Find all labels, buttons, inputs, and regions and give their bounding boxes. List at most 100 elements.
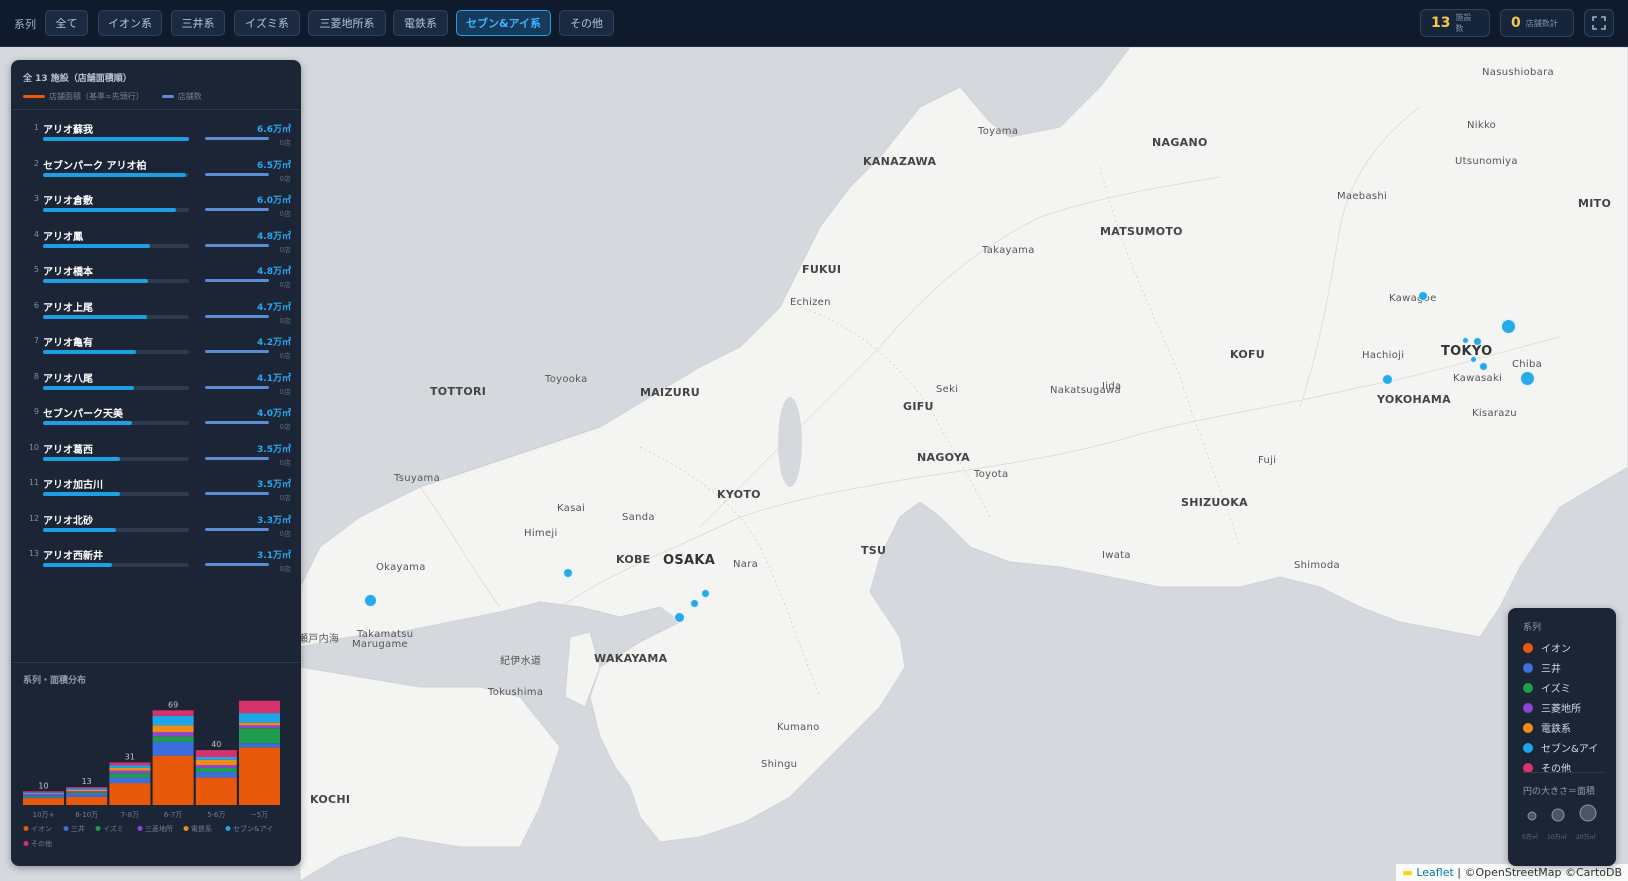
tab-seven-and-i[interactable]: セブン&アイ系: [456, 10, 551, 36]
store-marker[interactable]: [701, 589, 710, 598]
size-circle-medium: [1551, 808, 1565, 822]
store-marker[interactable]: [1382, 374, 1393, 385]
map-place-label: Utsunomiya: [1455, 156, 1518, 167]
ranking-row[interactable]: 9 セブンパーク天美 4.0万㎡ 0店: [23, 402, 291, 436]
row-area-bar-fill: [43, 385, 134, 390]
row-area-bar-fill: [43, 137, 189, 141]
row-area-bar-fill: [43, 456, 121, 461]
legend-dot: [1523, 742, 1533, 753]
chart-bar-segment: [23, 794, 64, 796]
row-area-bar-fill: [43, 421, 133, 425]
series-legend: 系列 イオン 三井 イズミ 三菱地所 電鉄系 セブン&アイ その他 円の大きさ＝面積 0万㎡…: [1508, 608, 1616, 866]
chart-bar-segment: [239, 728, 280, 744]
row-area-bar-fill: [43, 350, 137, 354]
map-place-label: 紀伊水道: [500, 656, 542, 667]
store-marker[interactable]: [1470, 356, 1477, 363]
map-place-label: Shimoda: [1294, 560, 1340, 571]
store-marker[interactable]: [364, 594, 377, 607]
ranking-row[interactable]: 13 アリオ西新井 3.1万㎡ 0店: [23, 544, 291, 578]
row-area-value: 4.0万㎡: [257, 409, 291, 419]
tab-railway[interactable]: 電鉄系: [393, 10, 448, 36]
chart-total-label: 69: [168, 700, 178, 709]
chart-bar-segment: [239, 747, 280, 805]
chart-legend-label: イオン: [31, 825, 52, 833]
chart-bar-segment: [66, 787, 108, 789]
ranking-row[interactable]: 10 アリオ葛西 3.5万㎡ 0店: [23, 438, 291, 472]
chart-bar-segment: [109, 777, 151, 784]
map-place-label: Nasushiobara: [1482, 67, 1554, 78]
map-place-label: Sanda: [622, 512, 655, 523]
map-place-label: KANAZAWA: [863, 155, 937, 168]
store-marker[interactable]: [1520, 371, 1535, 386]
store-marker[interactable]: [1479, 362, 1488, 371]
ranking-row[interactable]: 6 アリオ上尾 4.7万㎡ 0店: [23, 296, 291, 330]
row-rank: 7: [33, 336, 39, 345]
chart-bar-segment: [239, 725, 280, 729]
leaflet-link[interactable]: Leaflet: [1416, 866, 1453, 879]
size-label-10: 10万㎡: [1547, 834, 1567, 841]
chart-bar-segment: [23, 791, 64, 793]
ranking-row[interactable]: 4 アリオ鳳 4.8万㎡ 0店: [23, 225, 291, 259]
ranking-row[interactable]: 3 アリオ倉敷 6.0万㎡ 0店: [23, 189, 291, 223]
legend-item: イズミ: [1523, 680, 1571, 695]
map-place-label: MATSUMOTO: [1100, 225, 1183, 238]
map-place-label: Seki: [936, 384, 959, 395]
tab-izumi[interactable]: イズミ系: [234, 10, 300, 36]
ranking-row[interactable]: 7 アリオ亀有 4.2万㎡ 0店: [23, 331, 291, 365]
row-count-bar: [205, 527, 269, 531]
store-total-label: 店舗数計: [1525, 18, 1558, 28]
tab-mitsui[interactable]: 三井系: [171, 10, 225, 36]
chart-tick-label: 6-7万: [164, 811, 182, 819]
row-rank: 10: [28, 442, 39, 452]
tab-mitsubishi-estate[interactable]: 三菱地所系: [308, 10, 386, 36]
row-name: アリオ倉敷: [43, 196, 93, 207]
map-place-label: 瀬戸内海: [298, 634, 340, 645]
chart-svg: 10 10万+ 13 8-10万 31 7-8万 69 6-7万 40 5-6万 ~5万イオン 三井 イ…: [23, 700, 280, 848]
ranking-row[interactable]: 5 アリオ橋本 4.8万㎡ 0店: [23, 260, 291, 294]
store-marker[interactable]: [674, 612, 685, 623]
store-marker[interactable]: [1418, 291, 1428, 301]
fullscreen-button[interactable]: [1584, 9, 1614, 37]
ranking-row[interactable]: 2 セブンパーク アリオ柏 6.5万㎡ 0店: [23, 154, 291, 188]
store-marker[interactable]: [1462, 337, 1469, 344]
tab-aeon[interactable]: イオン系: [98, 10, 162, 36]
map-place-label: Nara: [733, 559, 759, 570]
chart-tick-label: 5-6万: [207, 811, 225, 819]
map-place-label: Nikko: [1467, 120, 1497, 131]
row-area-bar: [43, 421, 189, 425]
row-count-bar: [205, 492, 269, 495]
store-marker[interactable]: [1473, 337, 1482, 346]
chart-bar-segment: [109, 773, 151, 778]
row-count: 0店: [279, 352, 291, 360]
map-place-label: FUKUI: [802, 263, 842, 276]
ranking-row[interactable]: 12 アリオ北砂 3.3万㎡ 0店: [23, 509, 291, 543]
ranking-row[interactable]: 8 アリオ八尾 4.1万㎡ 0店: [23, 367, 291, 401]
legend-item-label: セブン&アイ: [1541, 744, 1599, 755]
store-total-stat: 0 店舗数計: [1500, 9, 1574, 37]
map-place-label: KYOTO: [717, 488, 761, 501]
store-marker[interactable]: [1501, 319, 1516, 334]
top-filter-bar: 系列 全て イオン系 三井系 イズミ系 三菱地所系 電鉄系 セブン&アイ系 その…: [0, 0, 1628, 47]
chart-bar-segment: [195, 756, 237, 760]
row-area-value: 4.2万㎡: [257, 338, 291, 348]
map-place-label: Okayama: [376, 562, 426, 573]
map-place-label: Kisarazu: [1472, 408, 1517, 419]
chart-legend-label: 三菱地所: [145, 824, 173, 833]
legend-item: セブン&アイ: [1523, 740, 1598, 755]
store-marker[interactable]: [690, 599, 699, 608]
legend-area-text: 店舗面積（基準=先頭行）: [49, 92, 144, 101]
map-place-label: SHIZUOKA: [1181, 496, 1248, 509]
tab-all[interactable]: 全て: [45, 10, 88, 36]
row-count-bar: [205, 456, 269, 460]
ranking-row[interactable]: 1 アリオ蘇我 6.6万㎡ 0店: [23, 118, 291, 152]
legend-title: 系列: [1523, 623, 1542, 633]
row-area-bar-fill: [43, 527, 116, 532]
ranking-row[interactable]: 11 アリオ加古川 3.5万㎡ 0店: [23, 473, 291, 507]
map-place-label: GIFU: [903, 400, 934, 413]
store-marker[interactable]: [563, 568, 573, 578]
row-name: アリオ葛西: [43, 444, 93, 456]
legend-dot: [1523, 662, 1533, 673]
series-label: 系列: [14, 18, 36, 31]
chart-bar-segment: [152, 755, 194, 805]
tab-other[interactable]: その他: [559, 10, 614, 36]
